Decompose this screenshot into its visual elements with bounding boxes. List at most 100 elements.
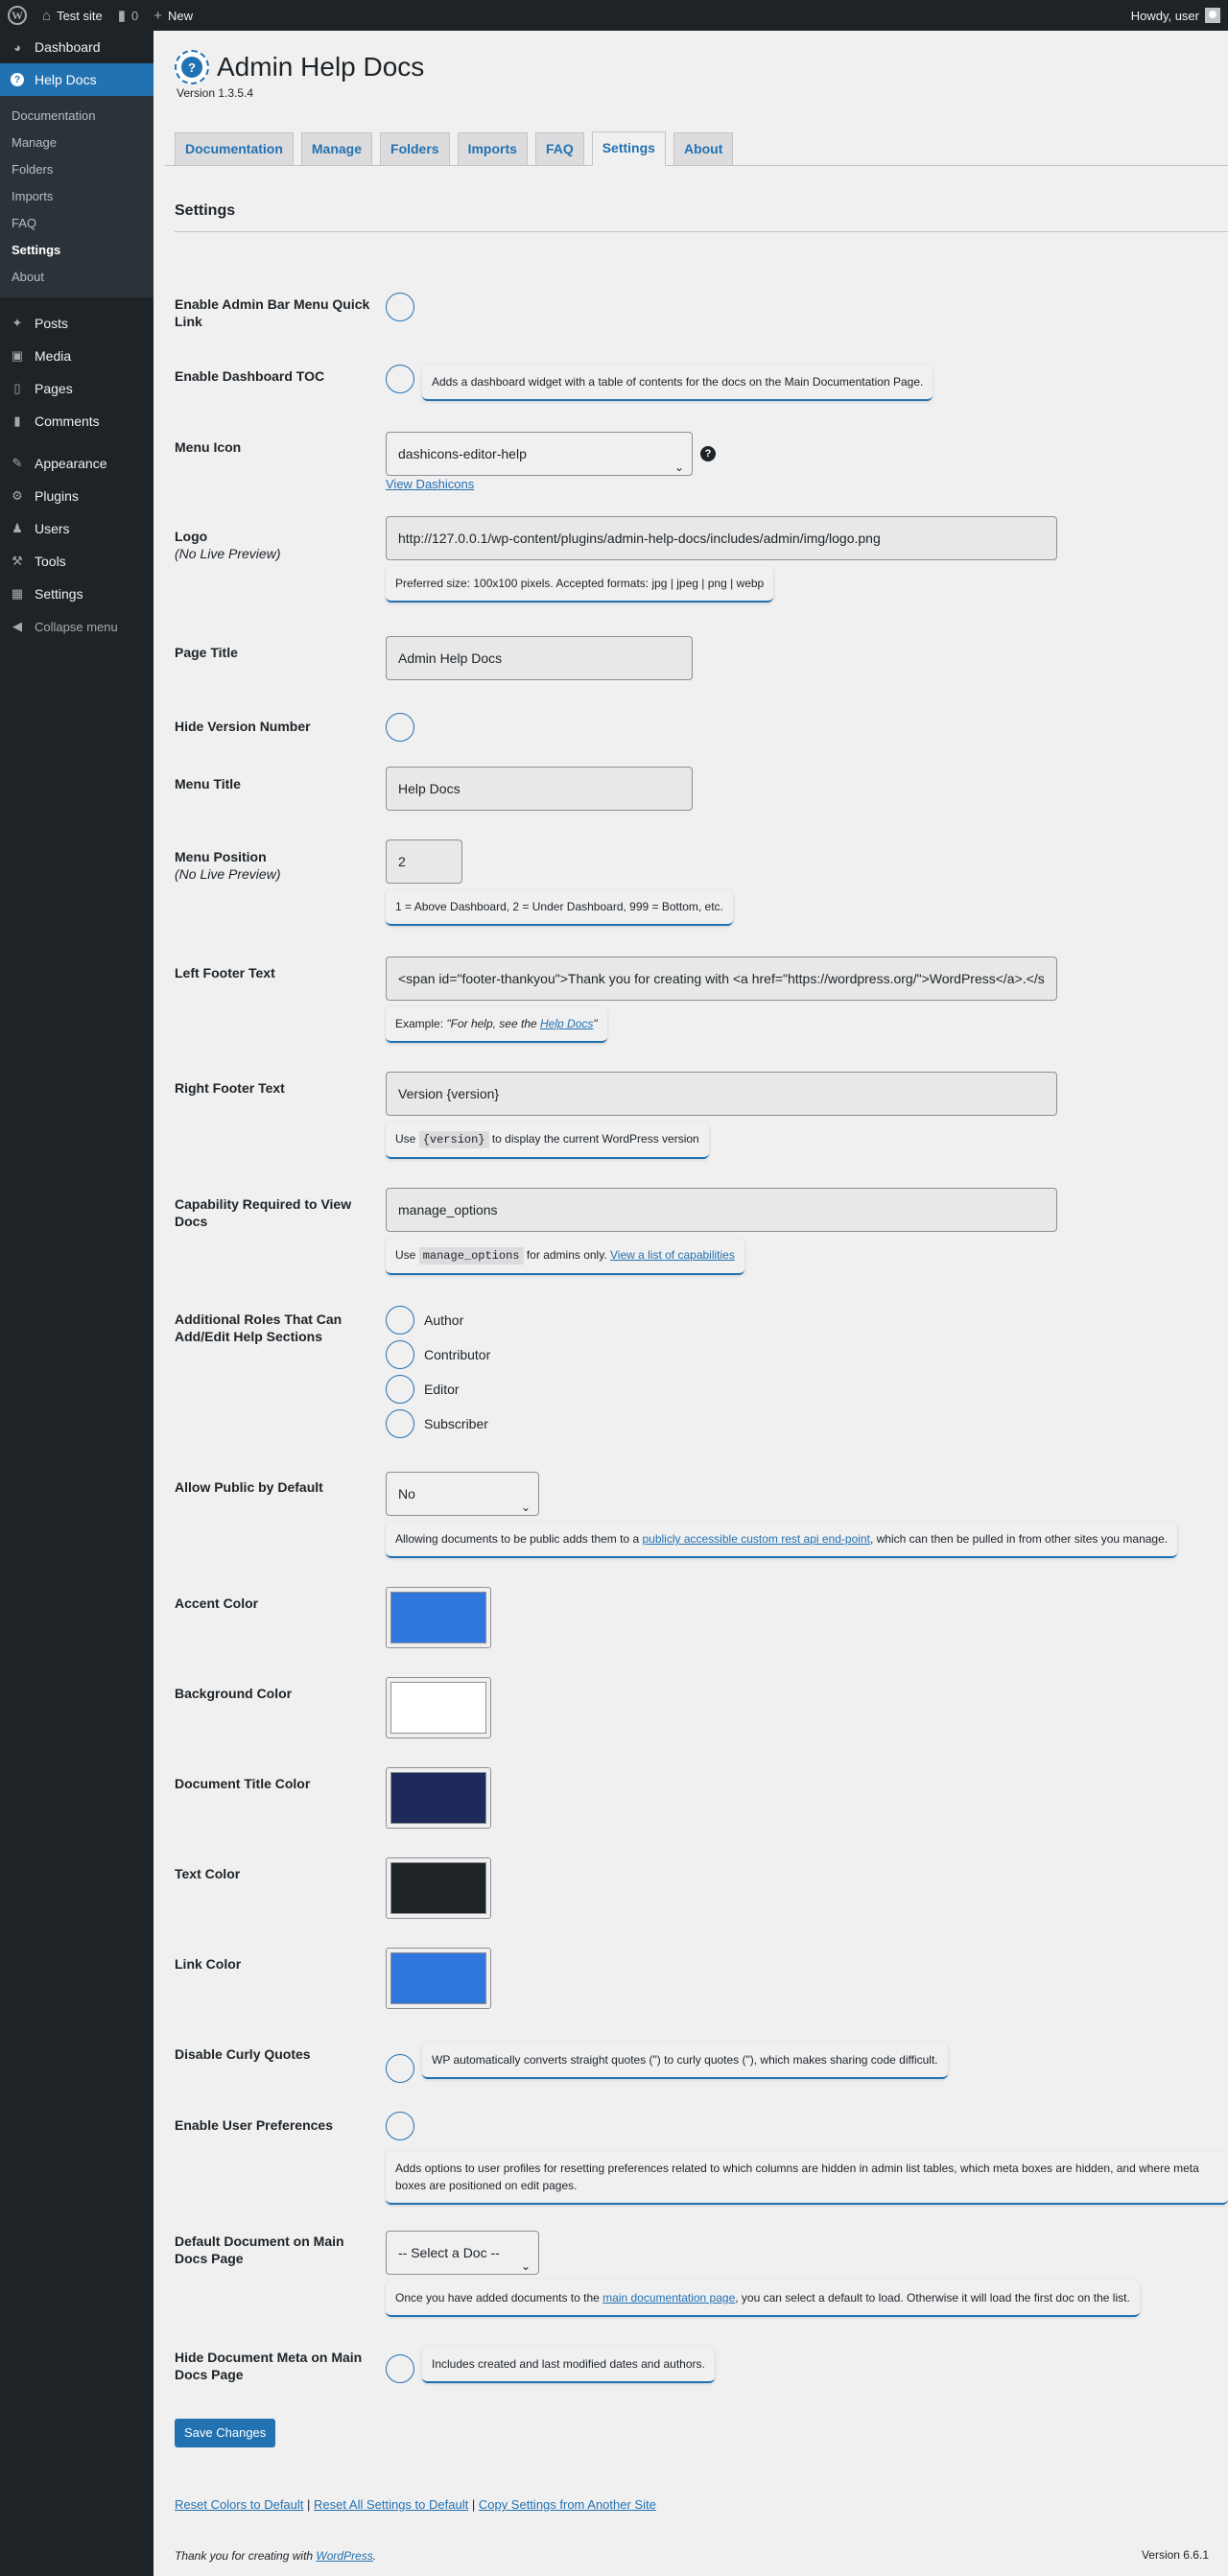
comments-link[interactable]: ▮ 0 xyxy=(110,0,147,31)
sidebar-item-comments[interactable]: ▮ Comments xyxy=(0,405,154,437)
chevron-down-icon: ⌄ xyxy=(520,1501,531,1514)
background-color-picker[interactable] xyxy=(386,1677,491,1738)
role-checkbox[interactable] xyxy=(386,1306,414,1335)
tab-imports[interactable]: Imports xyxy=(457,132,528,165)
sidebar-item-label: Plugins xyxy=(35,488,79,504)
chevron-down-icon: ⌄ xyxy=(673,461,684,474)
logo-label: Logo xyxy=(175,529,208,544)
sidebar-item-media[interactable]: ▣ Media xyxy=(0,340,154,372)
tab-documentation[interactable]: Documentation xyxy=(175,132,294,165)
page-title-input[interactable]: Admin Help Docs xyxy=(386,636,693,680)
tab-folders[interactable]: Folders xyxy=(380,132,450,165)
sidebar-item-appearance[interactable]: ✎ Appearance xyxy=(0,447,154,480)
sidebar-item-posts[interactable]: ✦ Posts xyxy=(0,307,154,340)
capability-input[interactable]: manage_options xyxy=(386,1188,1057,1232)
sidebar-item-dashboard[interactable]: ◕ Dashboard xyxy=(0,31,154,63)
role-option[interactable]: Subscriber xyxy=(386,1406,490,1441)
setting-label: Page Title xyxy=(175,645,238,660)
wp-footer: Thank you for creating with WordPress. V… xyxy=(175,2548,1209,2563)
color-preview xyxy=(390,1772,486,1824)
site-name-link[interactable]: ⌂ Test site xyxy=(35,0,110,31)
menu-position-input[interactable]: 2 xyxy=(386,839,462,884)
role-option[interactable]: Editor xyxy=(386,1372,490,1406)
role-option[interactable]: Author xyxy=(386,1303,490,1337)
users-icon: ♟ xyxy=(12,521,23,535)
logo-url-input[interactable]: http://127.0.0.1/wp-content/plugins/admi… xyxy=(386,516,1057,560)
submenu-documentation[interactable]: Documentation xyxy=(0,103,154,130)
menu-icon-select[interactable]: dashicons-editor-help ⌄ xyxy=(386,432,693,476)
avatar xyxy=(1205,8,1220,23)
submenu-manage[interactable]: Manage xyxy=(0,130,154,156)
question-icon[interactable]: ? xyxy=(700,446,716,461)
sidebar-item-help-docs[interactable]: ? Help Docs xyxy=(0,63,154,96)
tab-faq[interactable]: FAQ xyxy=(534,132,584,165)
text-color-picker[interactable] xyxy=(386,1857,491,1919)
sidebar-item-label: Tools xyxy=(35,554,66,569)
save-changes-button[interactable]: Save Changes xyxy=(175,2419,276,2447)
hide-version-toggle[interactable] xyxy=(386,713,414,742)
role-checkbox[interactable] xyxy=(386,1409,414,1438)
footer-version: Version 6.6.1 xyxy=(1141,2548,1209,2562)
help-icon: ? xyxy=(10,72,25,87)
submenu-settings[interactable]: Settings xyxy=(0,237,154,264)
new-label: New xyxy=(168,8,194,23)
role-checkbox[interactable] xyxy=(386,1340,414,1369)
dashboard-toc-toggle[interactable] xyxy=(386,365,414,393)
doc-title-color-picker[interactable] xyxy=(386,1767,491,1829)
main-docs-page-link[interactable]: main documentation page xyxy=(602,2291,735,2304)
copy-settings-link[interactable]: Copy Settings from Another Site xyxy=(479,2497,656,2512)
setting-label: Document Title Color xyxy=(175,1776,311,1791)
help-text: , you can select a default to load. Othe… xyxy=(735,2291,1130,2304)
sidebar-item-users[interactable]: ♟ Users xyxy=(0,512,154,545)
admin-bar-toggle[interactable] xyxy=(386,293,414,321)
submenu-faq[interactable]: FAQ xyxy=(0,210,154,237)
tab-manage[interactable]: Manage xyxy=(300,132,373,165)
color-preview xyxy=(390,1952,486,2004)
menu-title-input[interactable]: Help Docs xyxy=(386,767,693,811)
tab-about[interactable]: About xyxy=(673,132,734,165)
rest-api-link[interactable]: publicly accessible custom rest api end-… xyxy=(642,1532,869,1546)
left-footer-input[interactable]: <span id="footer-thankyou">Thank you for… xyxy=(386,957,1057,1001)
setting-label: Background Color xyxy=(175,1686,293,1701)
role-option[interactable]: Contributor xyxy=(386,1337,490,1372)
menu-icon-value: dashicons-editor-help xyxy=(398,446,527,461)
submenu-imports[interactable]: Imports xyxy=(0,183,154,210)
hide-meta-toggle[interactable] xyxy=(386,2354,414,2383)
wp-logo-button[interactable]: W xyxy=(0,0,35,31)
curly-quotes-toggle[interactable] xyxy=(386,2054,414,2083)
capabilities-link[interactable]: View a list of capabilities xyxy=(610,1248,735,1262)
right-footer-input[interactable]: Version {version} xyxy=(386,1072,1057,1116)
new-content-link[interactable]: + New xyxy=(146,0,201,31)
allow-public-select[interactable]: No ⌄ xyxy=(386,1472,539,1516)
role-label: Subscriber xyxy=(424,1416,488,1431)
link-separator: | xyxy=(307,2497,311,2512)
setting-label: Menu Title xyxy=(175,776,241,792)
role-checkbox[interactable] xyxy=(386,1375,414,1404)
wordpress-link[interactable]: WordPress xyxy=(316,2549,372,2563)
view-dashicons-link[interactable]: View Dashicons xyxy=(386,477,716,491)
plugin-icon: ⚙ xyxy=(12,488,23,503)
submenu-about[interactable]: About xyxy=(0,264,154,291)
sidebar-item-tools[interactable]: ⚒ Tools xyxy=(0,545,154,578)
default-doc-select[interactable]: -- Select a Doc -- ⌄ xyxy=(386,2231,539,2275)
help-icon: ? xyxy=(181,57,202,78)
help-docs-submenu: Documentation Manage Folders Imports FAQ… xyxy=(0,96,154,297)
hide-meta-help: Includes created and last modified dates… xyxy=(422,2347,715,2383)
submenu-folders[interactable]: Folders xyxy=(0,156,154,183)
wrench-icon: ⚒ xyxy=(12,554,23,568)
help-docs-link[interactable]: Help Docs xyxy=(540,1017,593,1030)
setting-label: Link Color xyxy=(175,1956,242,1972)
sidebar-item-plugins[interactable]: ⚙ Plugins xyxy=(0,480,154,512)
accent-color-picker[interactable] xyxy=(386,1587,491,1648)
reset-all-link[interactable]: Reset All Settings to Default xyxy=(314,2497,468,2512)
link-color-picker[interactable] xyxy=(386,1948,491,2009)
my-account-link[interactable]: Howdy, user xyxy=(1123,0,1228,31)
sidebar-item-pages[interactable]: ▯ Pages xyxy=(0,372,154,405)
tab-settings[interactable]: Settings xyxy=(591,131,666,166)
user-prefs-toggle[interactable] xyxy=(386,2112,414,2140)
menu-position-label: Menu Position xyxy=(175,849,267,864)
sidebar-item-settings[interactable]: ▦ Settings xyxy=(0,578,154,610)
default-doc-help: Once you have added documents to the mai… xyxy=(386,2281,1140,2317)
reset-colors-link[interactable]: Reset Colors to Default xyxy=(175,2497,303,2512)
collapse-menu-button[interactable]: ◀ Collapse menu xyxy=(0,610,154,643)
